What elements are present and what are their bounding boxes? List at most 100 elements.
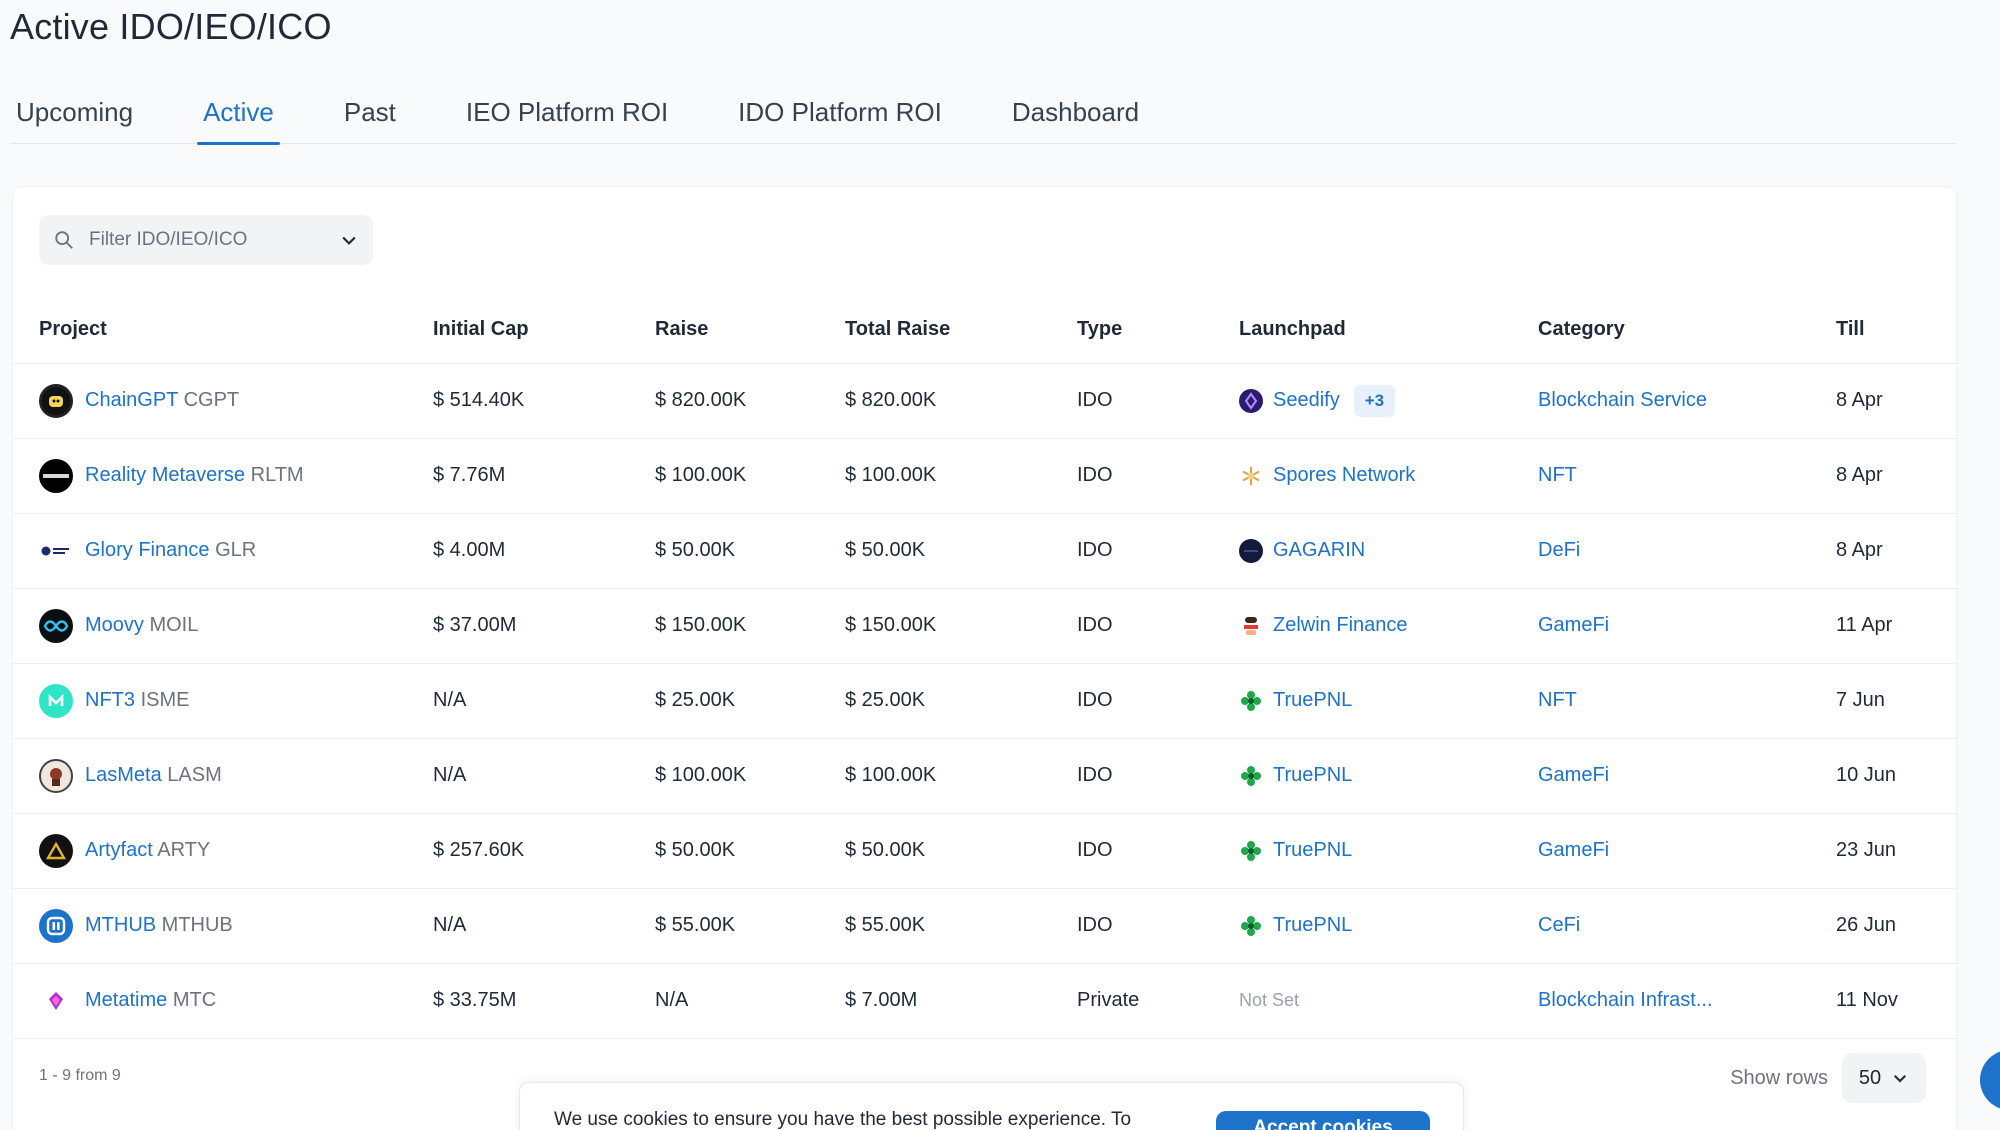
till-cell: 11 Nov: [1836, 963, 1958, 1039]
raise-cell: $ 150.00K: [655, 588, 845, 664]
reality-metaverse-logo-icon: [39, 458, 73, 493]
tab-past[interactable]: Past: [338, 88, 402, 144]
search-icon: [55, 231, 73, 249]
tab-dashboard[interactable]: Dashboard: [1006, 88, 1145, 144]
total-raise-cell: $ 820.00K: [845, 363, 1077, 439]
project-name-link[interactable]: Metatime: [85, 989, 167, 1011]
project-name-link[interactable]: Artyfact: [85, 839, 153, 861]
launchpad-cell: Seedify +3: [1239, 384, 1538, 417]
filter-input[interactable]: [89, 229, 339, 251]
type-cell: IDO: [1077, 813, 1239, 889]
launchpad-link[interactable]: TruePNL: [1273, 914, 1352, 937]
launchpad-cell: TruePNL: [1239, 914, 1538, 938]
initial-cap-cell: N/A: [433, 738, 655, 814]
raise-cell: $ 820.00K: [655, 363, 845, 439]
launchpad-link[interactable]: GAGARIN: [1273, 539, 1365, 562]
total-raise-cell: $ 25.00K: [845, 663, 1077, 739]
header-category[interactable]: Category: [1538, 297, 1836, 364]
chevron-down-icon[interactable]: [339, 230, 359, 250]
header-initial-cap[interactable]: Initial Cap: [433, 297, 655, 364]
category-link[interactable]: GameFi: [1538, 764, 1609, 786]
project-cell: MTHUB MTHUB: [13, 888, 433, 964]
raise-cell: $ 50.00K: [655, 813, 845, 889]
total-raise-cell: $ 55.00K: [845, 888, 1077, 964]
launchpad-link[interactable]: TruePNL: [1273, 764, 1352, 787]
category-link[interactable]: DeFi: [1538, 539, 1580, 561]
launchpad-link[interactable]: TruePNL: [1273, 689, 1352, 712]
launchpad-column-cell: TruePNL: [1239, 738, 1538, 814]
launchpad-column-cell: Zelwin Finance: [1239, 588, 1538, 664]
category-cell: CeFi: [1538, 888, 1836, 964]
project-cell: Reality Metaverse RLTM: [13, 438, 433, 514]
project-cell: ChainGPT CGPT: [13, 363, 433, 439]
table-row[interactable]: Glory Finance GLR $ 4.00M $ 50.00K $ 50.…: [13, 513, 1958, 589]
launchpad-link[interactable]: Spores Network: [1273, 464, 1415, 487]
table-row[interactable]: NFT3 ISME N/A $ 25.00K $ 25.00K IDO True…: [13, 663, 1958, 739]
header-till[interactable]: Till: [1836, 297, 1958, 364]
category-cell: NFT: [1538, 663, 1836, 739]
category-link[interactable]: GameFi: [1538, 614, 1609, 636]
tab-ieo-platform-roi[interactable]: IEO Platform ROI: [460, 88, 674, 144]
zelwin-logo-icon: [1239, 614, 1263, 638]
category-link[interactable]: GameFi: [1538, 839, 1609, 861]
category-link[interactable]: Blockchain Infrast...: [1538, 989, 1713, 1011]
header-project[interactable]: Project: [13, 297, 433, 364]
category-link[interactable]: Blockchain Service: [1538, 389, 1707, 411]
project-name-link[interactable]: LasMeta: [85, 764, 162, 786]
tab-ido-platform-roi[interactable]: IDO Platform ROI: [732, 88, 948, 144]
project-name-link[interactable]: Reality Metaverse: [85, 464, 245, 486]
cookie-text: We use cookies to ensure you have the be…: [554, 1109, 1132, 1130]
table-row[interactable]: MTHUB MTHUB N/A $ 55.00K $ 55.00K IDO Tr…: [13, 888, 1958, 964]
moovy-logo-icon: [39, 608, 73, 643]
accept-cookies-button[interactable]: Accept cookies: [1216, 1111, 1430, 1130]
till-cell: 23 Jun: [1836, 813, 1958, 889]
launchpad-column-cell: GAGARIN: [1239, 513, 1538, 589]
till-cell: 7 Jun: [1836, 663, 1958, 739]
header-launchpad[interactable]: Launchpad: [1239, 297, 1538, 364]
type-cell: IDO: [1077, 513, 1239, 589]
projects-table: Project Initial Cap Raise Total Raise Ty…: [13, 297, 1958, 1039]
header-type[interactable]: Type: [1077, 297, 1239, 364]
project-cell: Glory Finance GLR: [13, 513, 433, 589]
table-row[interactable]: LasMeta LASM N/A $ 100.00K $ 100.00K IDO…: [13, 738, 1958, 814]
rows-per-page-select[interactable]: 50: [1842, 1053, 1926, 1103]
launchpad-cell: Zelwin Finance: [1239, 614, 1538, 638]
pagination-info: 1 - 9 from 9: [39, 1067, 121, 1084]
table-row[interactable]: Moovy MOIL $ 37.00M $ 150.00K $ 150.00K …: [13, 588, 1958, 664]
project-cell: LasMeta LASM: [13, 738, 433, 814]
project-symbol: MTHUB: [161, 914, 233, 936]
launchpad-link[interactable]: Seedify: [1273, 389, 1340, 412]
type-cell: IDO: [1077, 663, 1239, 739]
table-row[interactable]: Reality Metaverse RLTM $ 7.76M $ 100.00K…: [13, 438, 1958, 514]
category-link[interactable]: CeFi: [1538, 914, 1580, 936]
header-raise[interactable]: Raise: [655, 297, 845, 364]
initial-cap-cell: $ 37.00M: [433, 588, 655, 664]
project-name-link[interactable]: MTHUB: [85, 914, 156, 936]
filter-dropdown[interactable]: [39, 215, 373, 265]
table-row[interactable]: Artyfact ARTY $ 257.60K $ 50.00K $ 50.00…: [13, 813, 1958, 889]
table-row[interactable]: Metatime MTC $ 33.75M N/A $ 7.00M Privat…: [13, 963, 1958, 1039]
launchpad-column-cell: TruePNL: [1239, 888, 1538, 964]
metatime-logo-icon: [39, 983, 73, 1018]
category-link[interactable]: NFT: [1538, 464, 1577, 486]
project-name-link[interactable]: Moovy: [85, 614, 144, 636]
project-name-link[interactable]: Glory Finance: [85, 539, 210, 561]
launchpad-more-badge[interactable]: +3: [1353, 384, 1396, 417]
project-name-link[interactable]: NFT3: [85, 689, 135, 711]
project-symbol: GLR: [215, 539, 257, 561]
till-cell: 8 Apr: [1836, 438, 1958, 514]
project-symbol: MOIL: [149, 614, 199, 636]
project-name-link[interactable]: ChainGPT: [85, 389, 178, 411]
till-cell: 8 Apr: [1836, 363, 1958, 439]
header-total-raise[interactable]: Total Raise: [845, 297, 1077, 364]
show-rows-label: Show rows: [1730, 1066, 1828, 1089]
chat-bubble-icon[interactable]: [1980, 1050, 2000, 1110]
launchpad-link[interactable]: TruePNL: [1273, 839, 1352, 862]
table-row[interactable]: ChainGPT CGPT $ 514.40K $ 820.00K $ 820.…: [13, 363, 1958, 439]
tab-upcoming[interactable]: Upcoming: [10, 88, 139, 144]
total-raise-cell: $ 100.00K: [845, 438, 1077, 514]
tab-active[interactable]: Active: [197, 88, 280, 145]
category-link[interactable]: NFT: [1538, 689, 1577, 711]
launchpad-link[interactable]: Zelwin Finance: [1273, 614, 1408, 637]
truepnl-logo-icon: [1239, 839, 1263, 863]
